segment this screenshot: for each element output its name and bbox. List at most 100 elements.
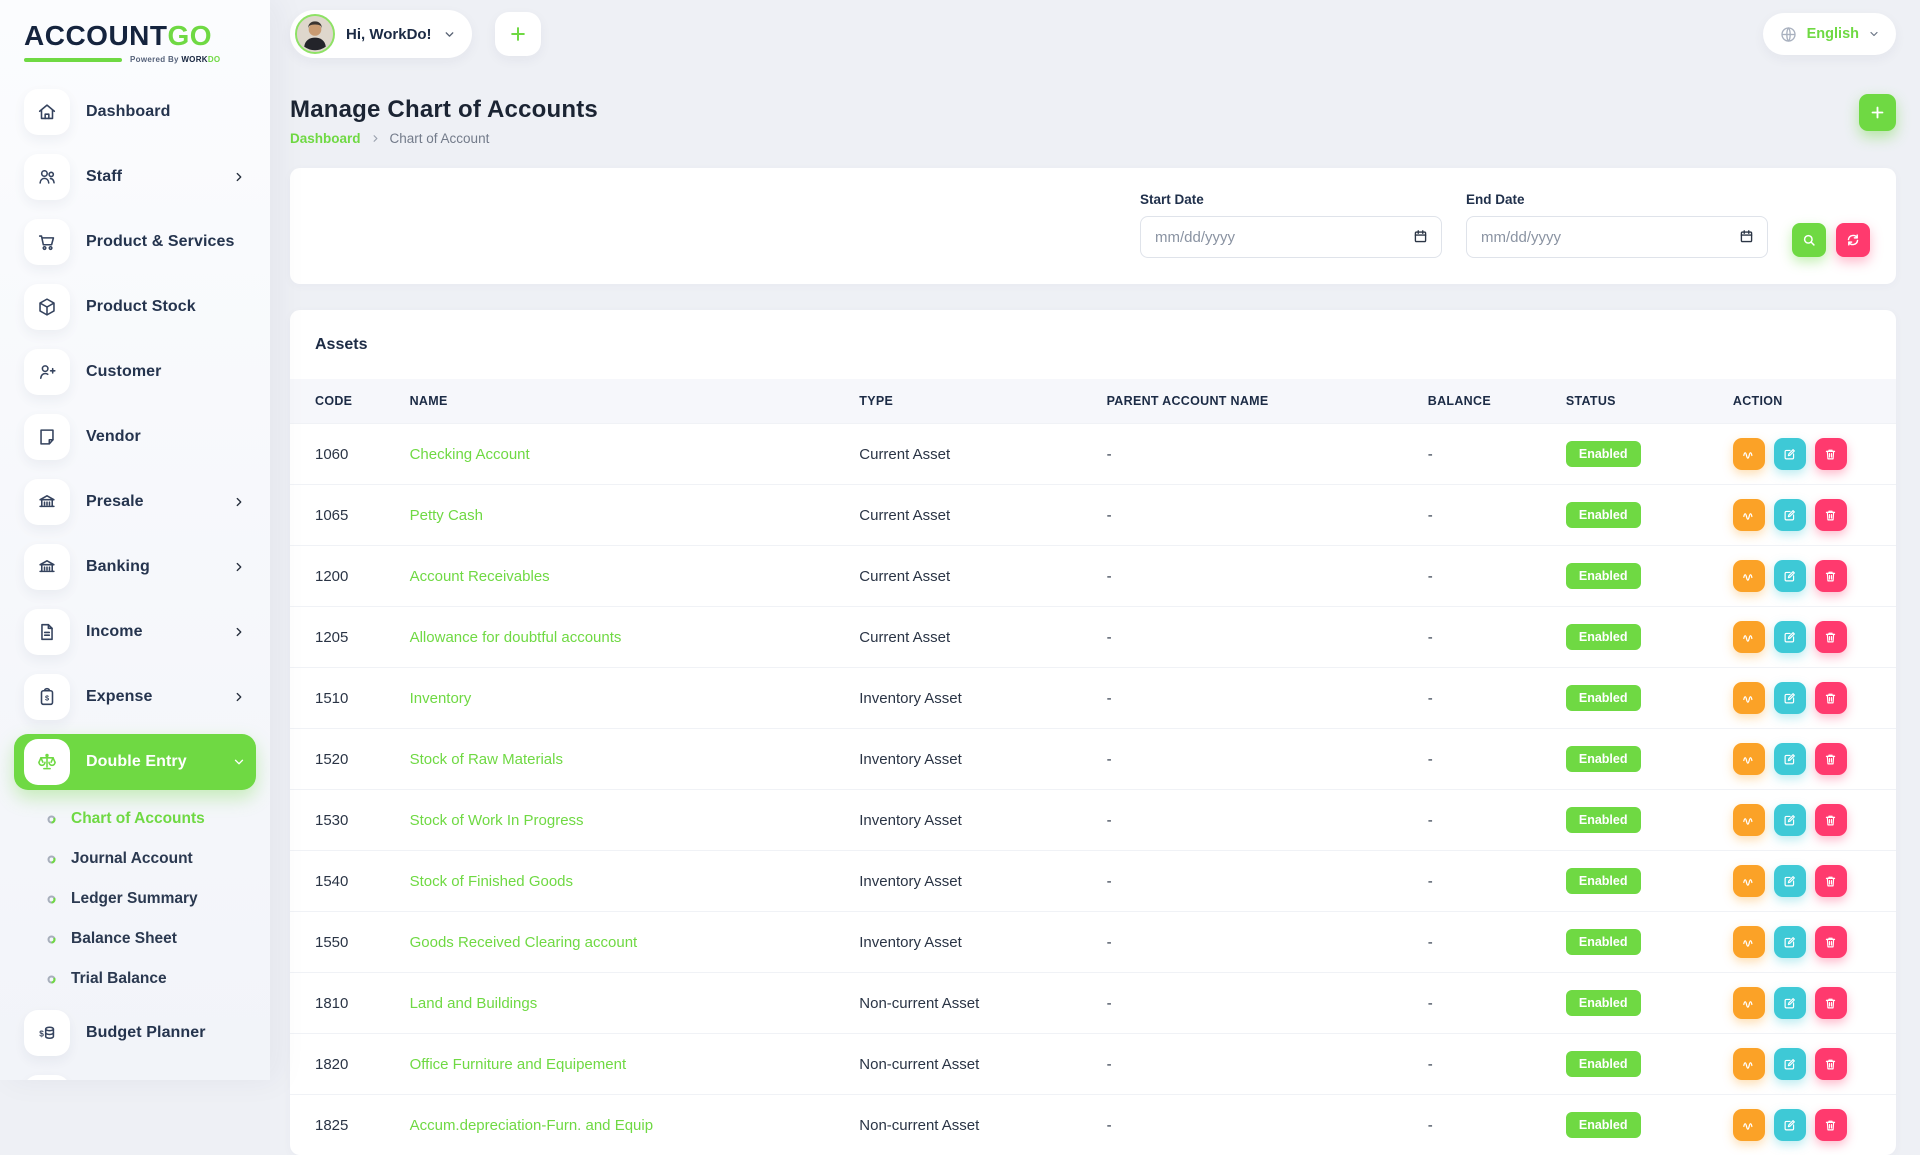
delete-button[interactable] [1815, 560, 1847, 592]
account-name-link[interactable]: Stock of Finished Goods [410, 873, 573, 890]
start-date-input[interactable] [1140, 216, 1442, 258]
status-badge: Enabled [1566, 624, 1641, 650]
document-icon [24, 609, 70, 655]
sidebar-subitem-label: Trial Balance [71, 970, 167, 988]
table-row: 1065 Petty Cash Current Asset - - Enable… [290, 485, 1896, 546]
users-icon [24, 154, 70, 200]
sidebar-nav: Dashboard Staff Product & Services Produ… [0, 78, 270, 1080]
quick-add-button[interactable] [495, 12, 541, 56]
edit-button[interactable] [1774, 1048, 1806, 1080]
edit-button[interactable] [1774, 1109, 1806, 1141]
edit-button[interactable] [1774, 804, 1806, 836]
account-name-link[interactable]: Accum.depreciation-Furn. and Equip [410, 1117, 653, 1134]
delete-button[interactable] [1815, 804, 1847, 836]
brand-logo[interactable]: ACCOUNTGO Powered By WORKDO [0, 0, 270, 78]
transactions-button[interactable] [1733, 621, 1765, 653]
edit-button[interactable] [1774, 560, 1806, 592]
edit-button[interactable] [1774, 987, 1806, 1019]
end-date-label: End Date [1466, 192, 1768, 207]
edit-button[interactable] [1774, 682, 1806, 714]
sidebar-item-product-stock[interactable]: Product Stock [14, 279, 256, 335]
sidebar-item-contract[interactable]: $ Contract [14, 1070, 256, 1080]
status-badge: Enabled [1566, 563, 1641, 589]
sidebar-item-customer[interactable]: Customer [14, 344, 256, 400]
delete-button[interactable] [1815, 438, 1847, 470]
edit-button[interactable] [1774, 438, 1806, 470]
sidebar-subitem-ledger-summary[interactable]: Ledger Summary [0, 879, 270, 919]
sidebar-item-vendor[interactable]: Vendor [14, 409, 256, 465]
delete-button[interactable] [1815, 499, 1847, 531]
delete-button[interactable] [1815, 926, 1847, 958]
transactions-button[interactable] [1733, 560, 1765, 592]
row-actions [1733, 1109, 1884, 1141]
transactions-button[interactable] [1733, 804, 1765, 836]
sidebar-item-presale[interactable]: Presale [14, 474, 256, 530]
delete-button[interactable] [1815, 743, 1847, 775]
end-date-input[interactable] [1466, 216, 1768, 258]
column-header-name: NAME [398, 379, 848, 424]
user-menu[interactable]: Hi, WorkDo! [290, 10, 472, 58]
account-name-link[interactable]: Allowance for doubtful accounts [410, 629, 622, 646]
account-name-link[interactable]: Office Furniture and Equipement [410, 1056, 627, 1073]
activity-wave-icon [1741, 813, 1756, 828]
delete-button[interactable] [1815, 865, 1847, 897]
account-name-link[interactable]: Petty Cash [410, 507, 483, 524]
account-name-link[interactable]: Stock of Raw Materials [410, 751, 563, 768]
sidebar-item-budget-planner[interactable]: $ Budget Planner [14, 1005, 256, 1061]
sidebar-item-staff[interactable]: Staff [14, 149, 256, 205]
sidebar-subitem-balance-sheet[interactable]: Balance Sheet [0, 919, 270, 959]
add-account-button[interactable] [1859, 94, 1896, 131]
sidebar-subitem-chart-of-accounts[interactable]: Chart of Accounts [0, 799, 270, 839]
language-selector[interactable]: English [1763, 13, 1896, 55]
sidebar-item-banking[interactable]: Banking [14, 539, 256, 595]
delete-button[interactable] [1815, 621, 1847, 653]
table-row: 1200 Account Receivables Current Asset -… [290, 546, 1896, 607]
delete-button[interactable] [1815, 1048, 1847, 1080]
account-name-link[interactable]: Land and Buildings [410, 995, 538, 1012]
calendar-icon[interactable] [1412, 228, 1429, 245]
account-name-link[interactable]: Checking Account [410, 446, 530, 463]
account-name-link[interactable]: Account Receivables [410, 568, 550, 585]
search-button[interactable] [1792, 223, 1826, 257]
transactions-button[interactable] [1733, 682, 1765, 714]
sidebar-item-expense[interactable]: $ Expense [14, 669, 256, 725]
account-type: Inventory Asset [847, 790, 1094, 851]
edit-button[interactable] [1774, 865, 1806, 897]
assets-card: Assets CODE NAME TYPE PARENT ACCOUNT NAM… [290, 310, 1896, 1155]
edit-button[interactable] [1774, 926, 1806, 958]
sidebar-subitem-trial-balance[interactable]: Trial Balance [0, 959, 270, 999]
transactions-button[interactable] [1733, 499, 1765, 531]
sidebar-item-label: Customer [86, 363, 161, 381]
transactions-button[interactable] [1733, 987, 1765, 1019]
account-name-link[interactable]: Goods Received Clearing account [410, 934, 638, 951]
sidebar-subitem-journal-account[interactable]: Journal Account [0, 839, 270, 879]
reset-button[interactable] [1836, 223, 1870, 257]
sidebar-item-income[interactable]: Income [14, 604, 256, 660]
delete-button[interactable] [1815, 987, 1847, 1019]
edit-button[interactable] [1774, 499, 1806, 531]
delete-button[interactable] [1815, 682, 1847, 714]
transactions-button[interactable] [1733, 1109, 1765, 1141]
sidebar-item-label: Budget Planner [86, 1024, 206, 1042]
row-actions [1733, 865, 1884, 897]
transactions-button[interactable] [1733, 865, 1765, 897]
account-name-link[interactable]: Stock of Work In Progress [410, 812, 584, 829]
trash-icon [1823, 874, 1838, 889]
parent-account-name: - [1095, 851, 1416, 912]
sidebar-item-dashboard[interactable]: Dashboard [14, 84, 256, 140]
account-type: Current Asset [847, 546, 1094, 607]
row-actions [1733, 804, 1884, 836]
transactions-button[interactable] [1733, 743, 1765, 775]
account-type: Current Asset [847, 485, 1094, 546]
delete-button[interactable] [1815, 1109, 1847, 1141]
account-name-link[interactable]: Inventory [410, 690, 472, 707]
edit-button[interactable] [1774, 743, 1806, 775]
transactions-button[interactable] [1733, 1048, 1765, 1080]
breadcrumb-dashboard-link[interactable]: Dashboard [290, 131, 361, 146]
edit-button[interactable] [1774, 621, 1806, 653]
transactions-button[interactable] [1733, 926, 1765, 958]
sidebar-item-double-entry[interactable]: Double Entry [14, 734, 256, 790]
calendar-icon[interactable] [1738, 228, 1755, 245]
transactions-button[interactable] [1733, 438, 1765, 470]
sidebar-item-product-services[interactable]: Product & Services [14, 214, 256, 270]
